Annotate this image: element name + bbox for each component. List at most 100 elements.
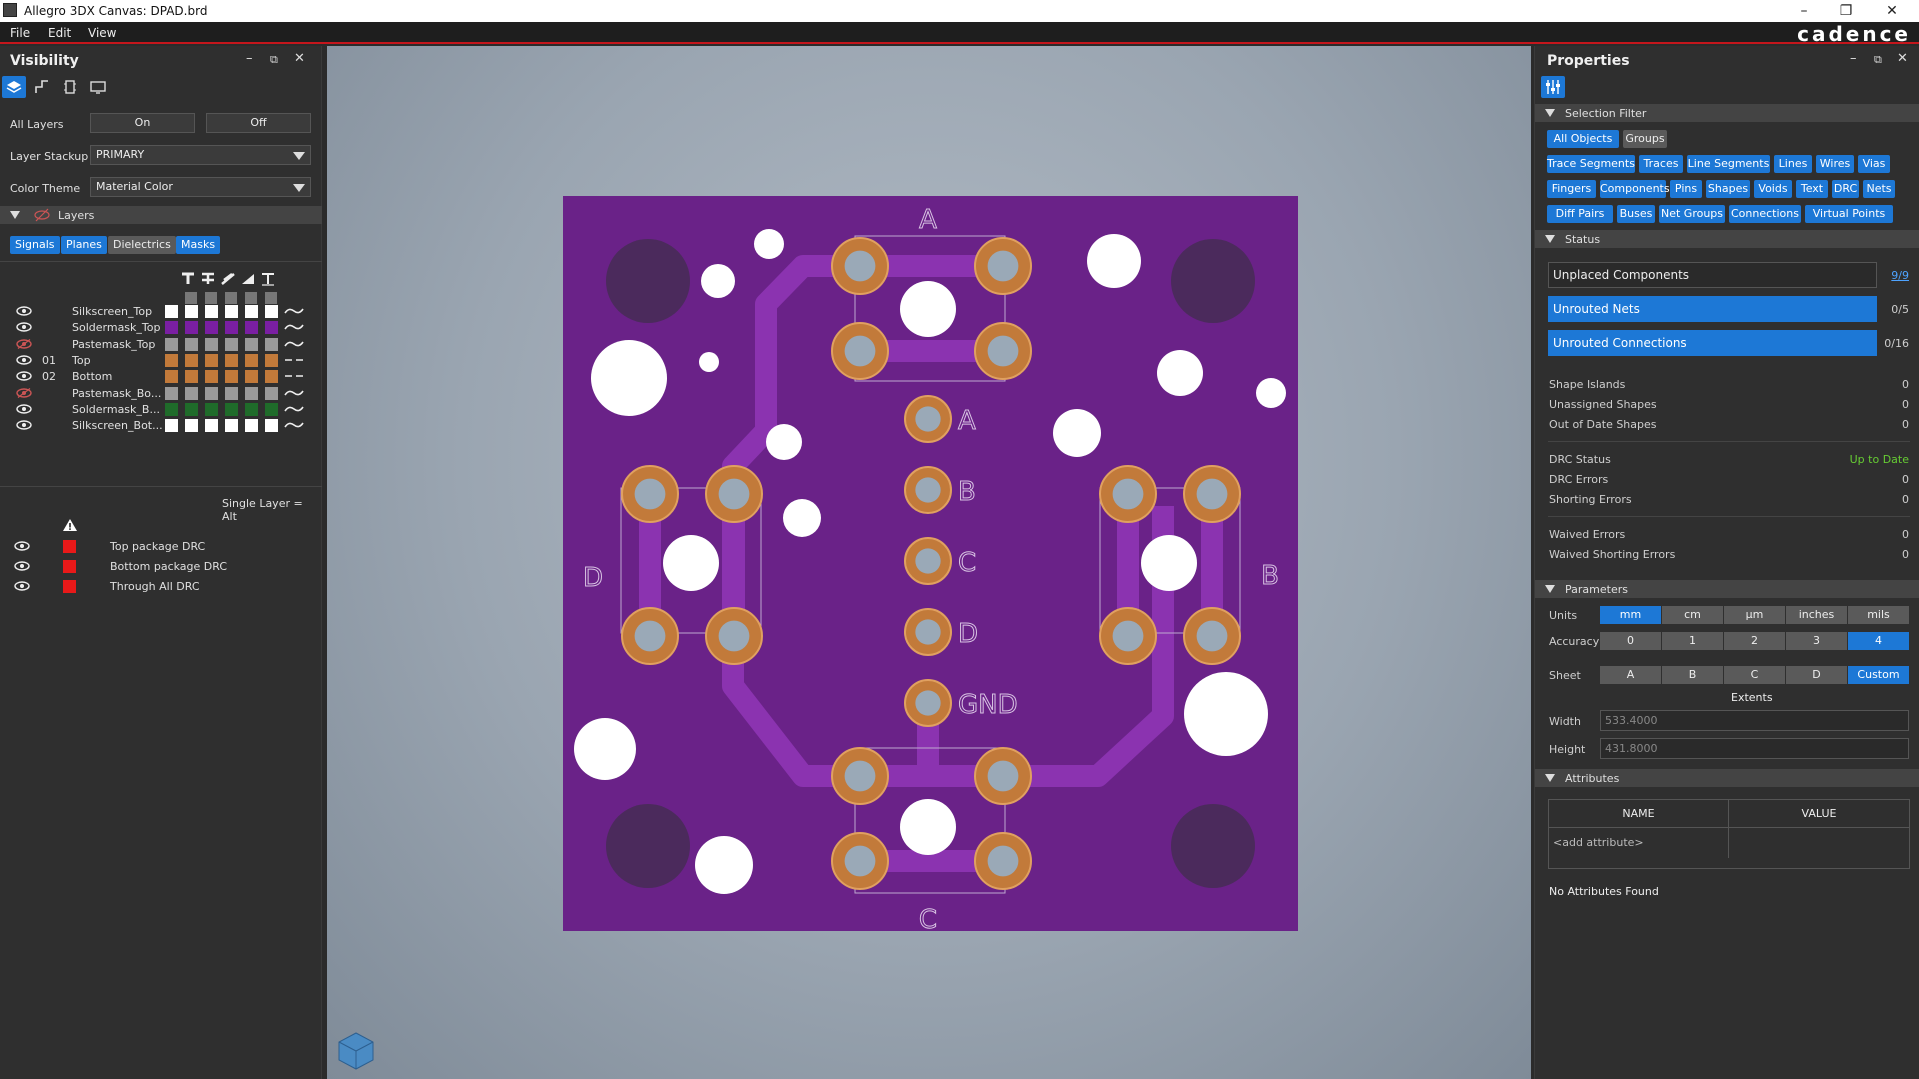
layer-color-swatch[interactable]	[225, 386, 238, 400]
layer-color-swatch[interactable]	[165, 337, 178, 351]
filter-chip[interactable]: Connections	[1729, 205, 1801, 223]
layer-color-swatch[interactable]	[165, 321, 178, 335]
add-attribute-cell[interactable]: <add attribute>	[1549, 828, 1729, 858]
accuracy-option[interactable]: 4	[1848, 632, 1910, 650]
sheet-option[interactable]: Custom	[1848, 666, 1910, 684]
filter-chip[interactable]: Diff Pairs	[1547, 205, 1613, 223]
layer-color-swatch[interactable]	[165, 353, 178, 367]
layer-color-swatch[interactable]	[165, 402, 178, 416]
units-option[interactable]: µm	[1724, 606, 1786, 624]
layer-color-swatch[interactable]	[185, 402, 198, 416]
layer-color-swatch[interactable]	[185, 305, 198, 318]
layer-color-swatch[interactable]	[165, 370, 178, 384]
layer-color-swatch[interactable]	[205, 321, 218, 335]
filter-dielectrics[interactable]: Dielectrics	[108, 236, 176, 254]
layer-color-swatch[interactable]	[245, 321, 258, 335]
filter-masks[interactable]: Masks	[176, 236, 221, 254]
layer-color-swatch[interactable]	[225, 337, 238, 351]
layer-color-swatch[interactable]	[165, 386, 178, 400]
eye-icon[interactable]	[16, 322, 32, 332]
units-option[interactable]: mils	[1848, 606, 1910, 624]
eye-off-icon[interactable]	[16, 338, 32, 349]
layer-color-swatch[interactable]	[205, 337, 218, 351]
minimize-icon[interactable]: –	[246, 51, 253, 66]
filter-chip[interactable]: Groups	[1623, 130, 1667, 148]
eye-icon[interactable]	[16, 371, 32, 381]
float-icon[interactable]: ⧉	[1874, 53, 1882, 67]
eye-icon[interactable]	[14, 581, 30, 591]
layer-color-swatch[interactable]	[265, 305, 278, 318]
filter-chip[interactable]: Text	[1796, 180, 1828, 198]
color-theme-select[interactable]: Material Color	[90, 177, 311, 197]
layer-color-swatch[interactable]	[225, 402, 238, 416]
filter-chip[interactable]: Pins	[1670, 180, 1702, 198]
sheet-option[interactable]: C	[1724, 666, 1786, 684]
minimize-icon[interactable]: –	[1784, 1, 1824, 21]
status-box[interactable]: Unrouted Connections	[1548, 330, 1877, 356]
layer-color-swatch[interactable]	[245, 419, 258, 433]
filter-chip[interactable]: DRC	[1832, 180, 1859, 198]
layer-color-swatch[interactable]	[225, 419, 238, 433]
selection-filter-header[interactable]: Selection Filter	[1535, 104, 1919, 122]
pcb-board[interactable]: A B C D A B C D GND	[563, 196, 1298, 931]
layer-color-swatch[interactable]	[165, 305, 178, 318]
layer-color-swatch[interactable]	[185, 321, 198, 335]
float-icon[interactable]: ⧉	[270, 53, 278, 67]
layer-color-swatch[interactable]	[245, 353, 258, 367]
layer-color-swatch[interactable]	[205, 353, 218, 367]
accuracy-option[interactable]: 0	[1600, 632, 1662, 650]
properties-tab-icon[interactable]	[1541, 76, 1565, 98]
sheet-option[interactable]: B	[1662, 666, 1724, 684]
layer-color-swatch[interactable]	[245, 370, 258, 384]
filter-chip[interactable]: Net Groups	[1659, 205, 1725, 223]
layer-color-swatch[interactable]	[205, 419, 218, 433]
layer-color-swatch[interactable]	[265, 353, 278, 367]
filter-chip[interactable]: Vias	[1858, 155, 1890, 173]
drc-row[interactable]: Top package DRC	[0, 537, 322, 557]
menu-file[interactable]: File	[10, 26, 30, 40]
filter-chip[interactable]: Lines	[1774, 155, 1812, 173]
status-box-value[interactable]: 9/9	[1891, 269, 1909, 282]
layer-color-swatch[interactable]	[205, 386, 218, 400]
view-cube-icon[interactable]	[335, 1030, 377, 1072]
accuracy-option[interactable]: 1	[1662, 632, 1724, 650]
status-header[interactable]: Status	[1535, 230, 1919, 248]
layer-color-swatch[interactable]	[225, 305, 238, 318]
sheet-option[interactable]: D	[1786, 666, 1848, 684]
close-icon[interactable]: ✕	[1872, 1, 1912, 21]
layer-color-swatch[interactable]	[265, 419, 278, 433]
display-tab-icon[interactable]	[86, 76, 110, 98]
eye-icon[interactable]	[16, 420, 32, 430]
layer-color-swatch[interactable]	[185, 337, 198, 351]
drc-row[interactable]: Bottom package DRC	[0, 557, 322, 577]
drc-color-swatch[interactable]	[63, 560, 76, 573]
layer-color-swatch[interactable]	[225, 353, 238, 367]
layer-color-swatch[interactable]	[225, 321, 238, 335]
sheet-option[interactable]: A	[1600, 666, 1662, 684]
menu-view[interactable]: View	[88, 26, 116, 40]
filter-chip[interactable]: Fingers	[1547, 180, 1596, 198]
attributes-header[interactable]: Attributes	[1535, 769, 1919, 787]
layer-color-swatch[interactable]	[165, 419, 178, 433]
layers-tab-icon[interactable]	[2, 76, 26, 98]
width-field[interactable]: 533.4000	[1600, 710, 1909, 731]
layer-color-swatch[interactable]	[265, 386, 278, 400]
status-box[interactable]: Unplaced Components	[1548, 262, 1877, 288]
layer-stackup-select[interactable]: PRIMARY	[90, 145, 311, 165]
filter-chip[interactable]: All Objects	[1547, 130, 1619, 148]
filter-chip[interactable]: Shapes	[1706, 180, 1750, 198]
menu-edit[interactable]: Edit	[48, 26, 71, 40]
filter-chip[interactable]: Components	[1600, 180, 1670, 198]
eye-icon[interactable]	[14, 561, 30, 571]
filter-chip[interactable]: Line Segments	[1687, 155, 1770, 173]
filter-signals[interactable]: Signals	[10, 236, 60, 254]
units-option[interactable]: mm	[1600, 606, 1662, 624]
eye-icon[interactable]	[14, 541, 30, 551]
height-field[interactable]: 431.8000	[1600, 738, 1909, 759]
layer-color-swatch[interactable]	[265, 370, 278, 384]
eye-icon[interactable]	[16, 404, 32, 414]
layer-color-swatch[interactable]	[245, 386, 258, 400]
layer-color-swatch[interactable]	[205, 402, 218, 416]
layer-color-swatch[interactable]	[245, 402, 258, 416]
nets-tab-icon[interactable]	[30, 76, 54, 98]
